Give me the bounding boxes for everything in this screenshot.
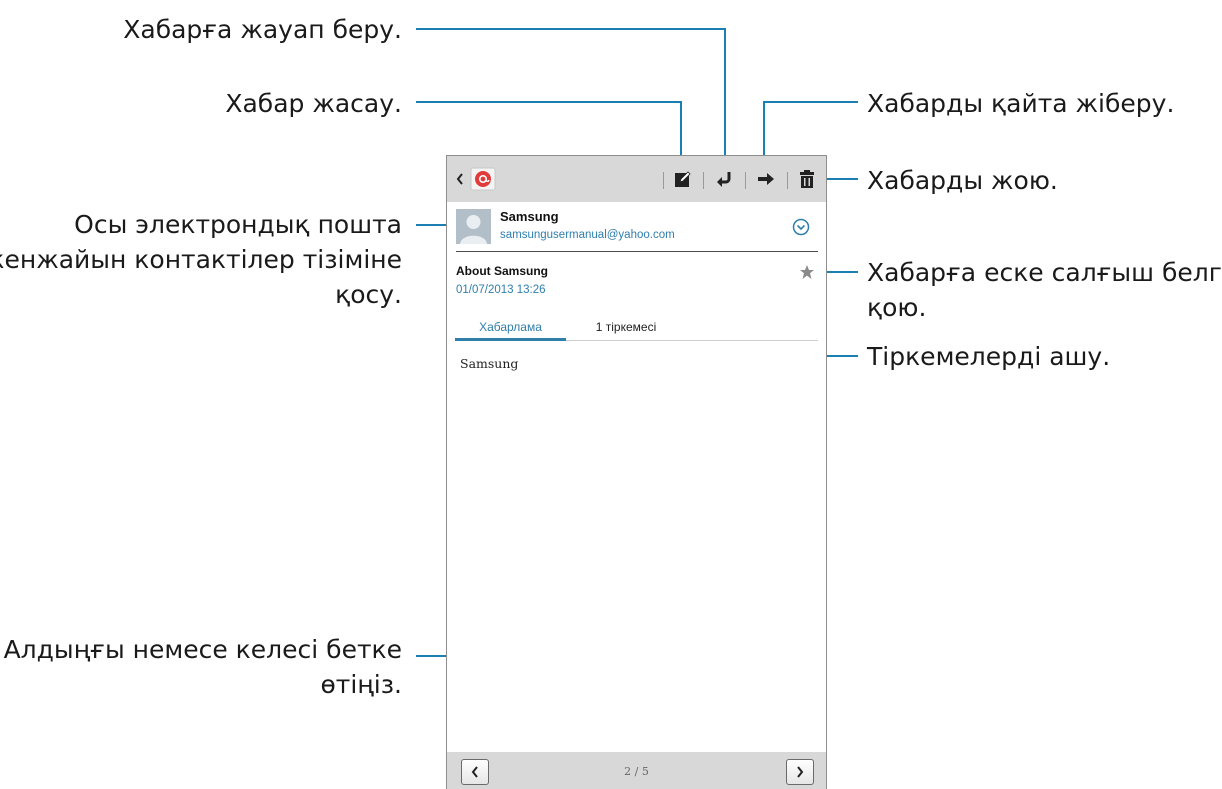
- tab-message[interactable]: Хабарлама: [455, 320, 566, 334]
- sender-email: samsungusermanual@yahoo.com: [500, 229, 675, 241]
- email-subject: About Samsung: [456, 264, 548, 278]
- email-app-icon: [470, 167, 496, 191]
- reply-icon: [717, 172, 731, 187]
- leader-reply-v: [724, 28, 726, 174]
- reply-button[interactable]: [711, 156, 737, 202]
- next-page-button[interactable]: [786, 759, 814, 785]
- separator: [663, 172, 664, 189]
- expand-button[interactable]: [792, 218, 810, 236]
- callout-reminder: Хабарға еске салғыш белгісін қою.: [867, 255, 1222, 325]
- chevron-left-icon: [456, 173, 463, 185]
- reminder-star-button[interactable]: [799, 264, 815, 280]
- contact-avatar-icon: [456, 209, 491, 244]
- tab-attachments[interactable]: 1 тіркемесі: [566, 320, 686, 334]
- forward-icon: [758, 173, 774, 185]
- callout-compose: Хабар жасау.: [225, 89, 402, 118]
- star-icon: [800, 265, 814, 279]
- leader-forward: [763, 101, 858, 103]
- compose-icon: [675, 171, 691, 187]
- delete-button[interactable]: [795, 156, 819, 202]
- pagination-bar: 2 / 5: [447, 752, 826, 789]
- callout-reminder-line1: Хабарға еске салғыш белгісін: [867, 258, 1222, 287]
- email-viewer-screen: Samsung samsungusermanual@yahoo.com Abou…: [446, 155, 827, 789]
- sender-name: Samsung: [500, 209, 559, 224]
- callout-add-contact-line1: Осы электрондық пошта: [74, 210, 402, 239]
- callout-forward: Хабарды қайта жіберу.: [867, 89, 1175, 118]
- separator: [787, 172, 788, 189]
- callout-navigate: Алдыңғы немесе келесі бетке өтіңіз.: [4, 632, 402, 702]
- callout-add-contact-line3: қосу.: [335, 280, 402, 309]
- email-datetime: 01/07/2013 13:26: [456, 284, 546, 296]
- separator: [745, 172, 746, 189]
- leader-compose: [416, 101, 682, 103]
- tab-message-underline: [455, 338, 566, 341]
- callout-delete: Хабарды жою.: [867, 166, 1058, 195]
- separator: [703, 172, 704, 189]
- trash-icon: [800, 170, 814, 188]
- callout-add-contact: Осы электрондық пошта мекенжайын контакт…: [0, 207, 402, 312]
- email-body: Samsung: [460, 356, 519, 371]
- callout-navigate-line1: Алдыңғы немесе келесі бетке: [3, 635, 402, 664]
- email-app-button[interactable]: [469, 156, 497, 202]
- header-divider: [456, 251, 818, 252]
- avatar[interactable]: [456, 209, 491, 244]
- leader-reply: [416, 28, 726, 30]
- forward-button[interactable]: [753, 156, 779, 202]
- callout-attachments: Тіркемелерді ашу.: [867, 342, 1111, 371]
- page-indicator: 2 / 5: [624, 765, 649, 778]
- expand-circle-icon: [792, 218, 810, 236]
- callout-reply: Хабарға жауап беру.: [123, 15, 402, 44]
- back-button[interactable]: [451, 156, 469, 202]
- callout-reminder-line2: қою.: [867, 293, 927, 322]
- callout-add-contact-line2: мекенжайын контактілер тізіміне: [0, 245, 402, 274]
- callout-navigate-line2: өтіңіз.: [320, 670, 402, 699]
- tab-bar-baseline: [566, 340, 818, 341]
- action-bar: [447, 156, 826, 202]
- chevron-right-icon: [797, 766, 804, 778]
- compose-button[interactable]: [671, 156, 695, 202]
